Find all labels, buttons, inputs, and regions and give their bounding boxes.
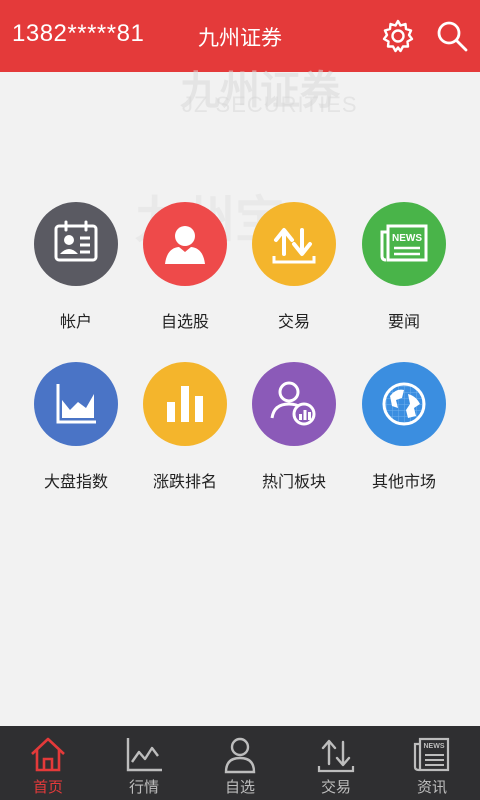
news-badge-text: NEWS (392, 233, 422, 244)
tab-trade[interactable]: 交易 (288, 726, 384, 800)
bar-chart-icon (143, 362, 227, 446)
grid-item-label: 其他市场 (371, 472, 436, 491)
person-icon (143, 202, 227, 286)
grid-item-label: 交易 (277, 312, 310, 331)
tab-news[interactable]: NEWS 资讯 (384, 726, 480, 800)
people-chart-icon (252, 362, 336, 446)
grid-item-hot-sectors[interactable]: 热门板块 (239, 362, 349, 492)
home-icon (31, 737, 65, 772)
globe-icon (362, 362, 446, 446)
search-icon[interactable] (434, 18, 470, 54)
grid-item-market-index[interactable]: 大盘指数 (21, 362, 131, 492)
tab-label: 自选 (224, 778, 255, 796)
tab-home[interactable]: 首页 (0, 726, 96, 800)
grid-item-news[interactable]: NEWS 要闻 (349, 202, 459, 332)
grid-item-label: 热门板块 (261, 472, 326, 491)
grid-item-label: 大盘指数 (43, 472, 108, 491)
grid-item-label: 要闻 (387, 312, 420, 331)
news-icon: NEWS (362, 202, 446, 286)
tab-label: 行情 (128, 778, 159, 796)
tab-label: 首页 (32, 778, 63, 796)
grid-item-ranking[interactable]: 涨跌排名 (130, 362, 240, 492)
grid-item-trade[interactable]: 交易 (239, 202, 349, 332)
bottom-tab-bar: 首页 行情 自选 交易 NEWS 资讯 (0, 726, 480, 800)
tab-market[interactable]: 行情 (96, 726, 192, 800)
tab-label: 交易 (320, 778, 351, 796)
news-badge-text: NEWS (424, 743, 445, 750)
tab-label: 资讯 (416, 778, 447, 796)
grid-item-other-markets[interactable]: 其他市场 (349, 362, 459, 492)
grid-item-account[interactable]: 帐户 (21, 202, 131, 332)
market-chart-icon (126, 738, 162, 772)
grid-item-label: 帐户 (59, 312, 92, 331)
grid-item-watchlist[interactable]: 自选股 (130, 202, 240, 332)
area-chart-icon (34, 362, 118, 446)
updown-arrows-icon (317, 739, 355, 773)
watermark-brand-en: JZ SECURITIES (182, 92, 358, 117)
user-icon (224, 737, 256, 774)
account-card-icon (34, 202, 118, 286)
tab-watchlist[interactable]: 自选 (192, 726, 288, 800)
grid-item-label: 自选股 (160, 312, 209, 331)
news-doc-icon: NEWS (413, 737, 450, 772)
trade-arrows-icon (252, 202, 336, 286)
gear-icon[interactable] (380, 18, 416, 54)
grid-item-label: 涨跌排名 (152, 472, 217, 491)
